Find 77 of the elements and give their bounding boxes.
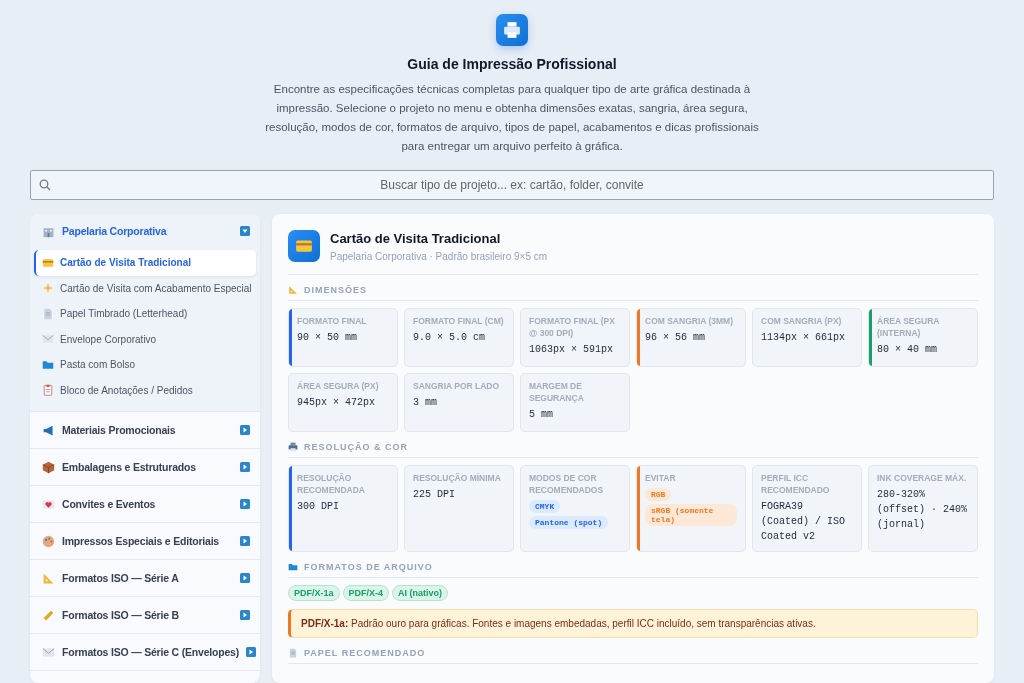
sidebar-item[interactable]: Cartão de Visita com Acabamento Especial [34, 275, 256, 301]
sidebar-item[interactable]: Papel Timbrado (Letterhead) [34, 301, 256, 327]
color-mode-tag: RGB [645, 488, 672, 501]
folder-icon [42, 358, 54, 371]
page-icon [42, 307, 54, 320]
sidebar-item[interactable]: Cartão de Visita Tradicional [34, 250, 256, 276]
project-subtitle: Papelaria Corporativa · Padrão brasileiro 9×5 cm [330, 250, 548, 262]
category-header[interactable]: Formatos ISO — Série B [30, 597, 260, 633]
spec-value: 945px × 472px [297, 396, 376, 410]
spec-value: 300 DPI [297, 500, 340, 514]
spec-label: SANGRIA POR LADO [413, 380, 501, 392]
triangle-icon [288, 285, 298, 295]
color-mode-tag: CMYK [529, 500, 561, 513]
sidebar-item[interactable]: Bloco de Anotações / Pedidos [34, 377, 256, 403]
envelope-icon [42, 333, 54, 346]
file-format-tag: AI (nativo) [392, 585, 449, 601]
category-header[interactable]: Convites e Eventos [30, 486, 260, 522]
section-heading: FORMATOS DE ARQUIVO [304, 562, 433, 572]
spec-label: RESOLUÇÃO RECOMENDADA [297, 472, 366, 496]
clipboard-icon [42, 384, 54, 397]
sidebar-item[interactable]: Pasta com Bolso [34, 352, 256, 378]
file-format-tag: PDF/X-4 [342, 585, 390, 601]
spec-label: FORMATO FINAL [297, 315, 368, 327]
intro-text: Encontre as especificações técnicas completas para qualquer tipo de arte gráfica destinada à impressão. Selecione o projeto no menu e obtenha dimensões exatas, sangria, área segura, resolução, modos de cor, formatos de arquivo, tipos de papel, acabamentos e dicas profissionais para entregar um arquivo perfeito à gráfica. [264, 82, 760, 154]
search-field[interactable]: Buscar tipo de projeto... ex: cartão, folder, convite [30, 170, 994, 200]
spec-label: COM SANGRIA (PX) [761, 315, 843, 327]
spec-label: PERFIL ICC RECOMENDADO [761, 472, 831, 496]
spec-label: EVITAR [645, 472, 677, 484]
spec-value: 90 × 50 mm [297, 331, 358, 345]
megaphone-icon [42, 423, 55, 437]
box-icon [42, 460, 55, 474]
card-icon [42, 256, 54, 269]
spec-label: FORMATO FINAL (PX @ 300 DPI) [529, 315, 616, 339]
spec-value: FOGRA39 (Coated) / ISO Coated v2 [761, 500, 846, 544]
triangle-icon [42, 571, 55, 585]
format-note: PDF/X-1a: Padrão ouro para gráficas. Fontes e imagens embedadas, perfil ICC incluído, sem transparências ativas. [288, 609, 978, 638]
spec-value: 80 × 40 mm [877, 343, 938, 357]
section-heading: RESOLUÇÃO & COR [304, 442, 408, 452]
folder-icon [288, 562, 298, 572]
color-mode-tag: sRGB (somente tela) [645, 504, 737, 526]
spec-value: 5 mm [529, 408, 554, 422]
section-heading: DIMENSÕES [304, 285, 367, 295]
ruler-icon [42, 608, 55, 622]
spec-label: COM SANGRIA (3MM) [645, 315, 734, 327]
category-header[interactable]: Impressos Especiais e Editoriais [30, 523, 260, 559]
spec-label: INK COVERAGE MÁX. [877, 472, 968, 484]
category-header[interactable]: Papelaria Corporativa [30, 214, 260, 248]
page-icon [288, 648, 298, 658]
spec-value: 225 DPI [413, 488, 456, 502]
card-icon [288, 230, 320, 262]
spec-value: 96 × 56 mm [645, 331, 706, 345]
section-heading: PAPEL RECOMENDADO [304, 648, 426, 658]
spec-label: MARGEM DE SEGURANÇA [529, 380, 585, 404]
category-header[interactable]: Formatos ISO — Série A [30, 560, 260, 596]
printer-logo-icon [496, 14, 528, 46]
file-format-tag: PDF/X-1a [288, 585, 340, 601]
search-icon [39, 179, 51, 191]
printer-icon [288, 442, 298, 452]
spec-value: 280-320% (offset) · 240% (jornal) [877, 488, 968, 532]
spec-label: RESOLUÇÃO MÍNIMA [413, 472, 502, 484]
category-header[interactable]: Materiais Promocionais [30, 412, 260, 448]
spec-value: 1063px × 591px [529, 343, 614, 357]
spec-label: ÁREA SEGURA (INTERNA) [877, 315, 941, 339]
category-header[interactable]: Formatos ISO — Série C (Envelopes) [30, 634, 260, 670]
spec-label: MODOS DE COR RECOMENDADOS [529, 472, 605, 496]
category-header[interactable]: Embalagens e Estruturados [30, 449, 260, 485]
sidebar-item[interactable]: Envelope Corporativo [34, 326, 256, 352]
color-mode-tag: Pantone (spot) [529, 516, 609, 529]
spec-label: FORMATO FINAL (CM) [413, 315, 505, 327]
spec-label: ÁREA SEGURA (PX) [297, 380, 380, 392]
palette-icon [42, 534, 55, 548]
page-title: Guia de Impressão Profissional [407, 56, 617, 72]
spec-value: 1134px × 661px [761, 331, 846, 345]
spec-value: 3 mm [413, 396, 438, 410]
project-title: Cartão de Visita Tradicional [330, 230, 502, 246]
spec-value: 9.0 × 5.0 cm [413, 331, 486, 345]
envelope-icon [42, 645, 55, 659]
